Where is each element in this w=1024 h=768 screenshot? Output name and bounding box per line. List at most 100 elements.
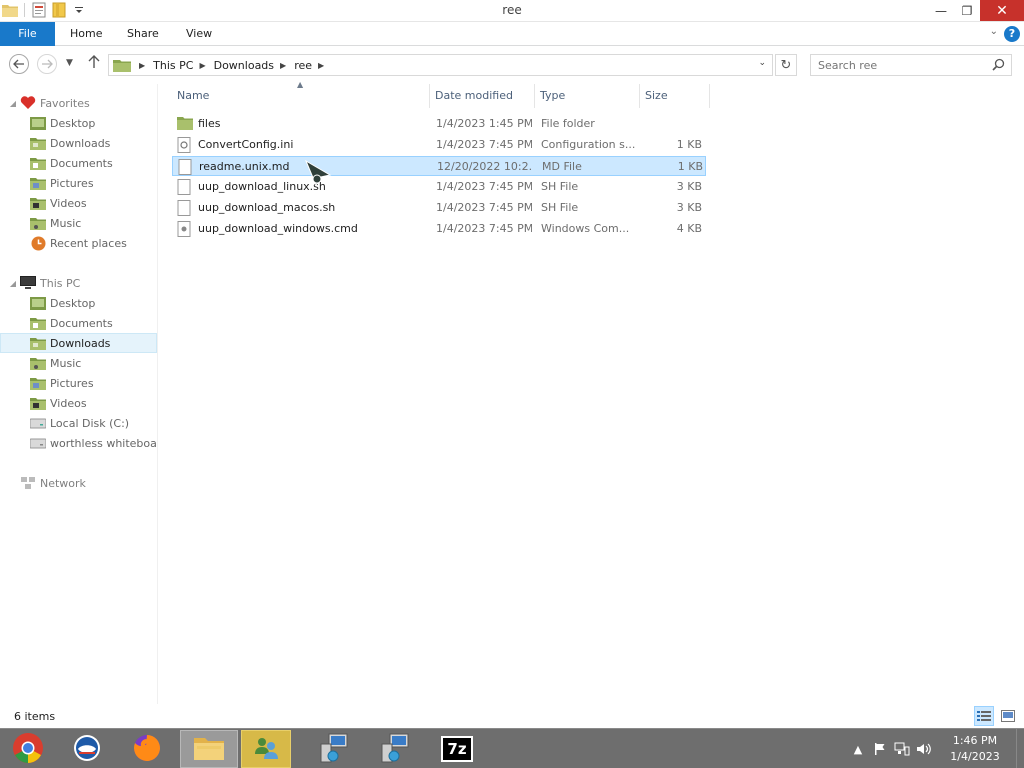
breadcrumb-ree[interactable]: ree bbox=[294, 59, 312, 72]
column-header-type[interactable]: Type bbox=[535, 84, 640, 108]
desktop-icon bbox=[30, 296, 46, 310]
file-row[interactable]: readme.unix.md 12/20/2022 10:2... MD Fil… bbox=[172, 156, 706, 176]
address-bar[interactable]: ▶ This PC ▶ Downloads ▶ ree ▶ ⌄ bbox=[108, 54, 773, 76]
file-row[interactable]: files 1/4/2023 1:45 PM File folder bbox=[172, 114, 706, 134]
nav-pc-videos[interactable]: Videos bbox=[0, 393, 157, 413]
nav-fav-documents[interactable]: Documents bbox=[0, 153, 157, 173]
nav-fav-desktop[interactable]: Desktop bbox=[0, 113, 157, 133]
nav-pc-pictures[interactable]: Pictures bbox=[0, 373, 157, 393]
nav-pc-music[interactable]: Music bbox=[0, 353, 157, 373]
pictures-folder-icon bbox=[30, 176, 46, 190]
collapse-icon[interactable]: ◢ bbox=[8, 279, 18, 288]
tab-share[interactable]: Share bbox=[127, 22, 159, 46]
file-row[interactable]: uup_download_linux.sh 1/4/2023 7:45 PM S… bbox=[172, 177, 706, 197]
tab-file[interactable]: File bbox=[0, 22, 55, 46]
file-type: SH File bbox=[541, 180, 579, 193]
nav-pc-documents[interactable]: Documents bbox=[0, 313, 157, 333]
clock[interactable]: 1:46 PM 1/4/2023 bbox=[934, 733, 1016, 765]
nav-pc-local-disk[interactable]: Local Disk (C:) bbox=[0, 413, 157, 433]
collapse-icon[interactable]: ◢ bbox=[8, 99, 18, 108]
chevron-right-icon[interactable]: ▶ bbox=[139, 61, 145, 70]
nav-pc-downloads[interactable]: Downloads bbox=[0, 333, 157, 353]
nav-pc-desktop[interactable]: Desktop bbox=[0, 293, 157, 313]
file-type: Configuration s... bbox=[541, 138, 635, 151]
file-icon bbox=[177, 200, 193, 216]
nav-fav-downloads[interactable]: Downloads bbox=[0, 133, 157, 153]
clock-time: 1:46 PM bbox=[952, 734, 998, 747]
taskbar-firefox[interactable] bbox=[118, 730, 176, 768]
restore-button[interactable]: ❐ bbox=[954, 0, 980, 21]
breadcrumb-this-pc[interactable]: This PC bbox=[153, 59, 193, 72]
cmd-file-icon bbox=[177, 221, 193, 237]
file-size: 1 KB bbox=[676, 138, 702, 151]
taskbar-remote-connection-2[interactable] bbox=[366, 730, 424, 768]
tab-home[interactable]: Home bbox=[70, 22, 102, 46]
breadcrumb-downloads[interactable]: Downloads bbox=[214, 59, 274, 72]
taskbar-chrome[interactable] bbox=[0, 730, 56, 768]
file-date: 1/4/2023 7:45 PM bbox=[436, 180, 532, 193]
nav-this-pc[interactable]: ◢ This PC bbox=[0, 273, 157, 293]
nav-network[interactable]: Network bbox=[0, 473, 157, 493]
chevron-right-icon[interactable]: ▶ bbox=[199, 61, 205, 70]
up-button[interactable] bbox=[88, 55, 100, 73]
nav-favorites[interactable]: ◢ Favorites bbox=[0, 93, 157, 113]
file-row[interactable]: uup_download_windows.cmd 1/4/2023 7:45 P… bbox=[172, 219, 706, 239]
show-desktop-button[interactable] bbox=[1016, 729, 1024, 768]
user-accounts-icon bbox=[252, 734, 280, 765]
file-icon bbox=[177, 179, 193, 195]
music-folder-icon bbox=[30, 216, 46, 230]
network-computer-icon bbox=[378, 732, 412, 767]
nav-fav-recent-places[interactable]: Recent places bbox=[0, 233, 157, 253]
back-button[interactable] bbox=[9, 54, 29, 74]
taskbar-outlook[interactable] bbox=[58, 730, 116, 768]
tab-view[interactable]: View bbox=[186, 22, 212, 46]
taskbar-user-accounts[interactable] bbox=[241, 730, 291, 768]
nav-pc-network-drive[interactable]: worthless whiteboa bbox=[0, 433, 157, 453]
nav-fav-music[interactable]: Music bbox=[0, 213, 157, 233]
chrome-icon bbox=[12, 732, 44, 767]
taskbar-remote-connection-1[interactable] bbox=[305, 730, 363, 768]
taskbar-file-explorer[interactable] bbox=[180, 730, 238, 768]
chevron-down-icon[interactable]: ⌄ bbox=[990, 26, 998, 37]
documents-folder-icon bbox=[30, 316, 46, 330]
title-bar: ree — ❐ ✕ bbox=[0, 0, 1024, 22]
refresh-button[interactable]: ↻ bbox=[775, 54, 797, 76]
nav-fav-videos[interactable]: Videos bbox=[0, 193, 157, 213]
file-row[interactable]: ConvertConfig.ini 1/4/2023 7:45 PM Confi… bbox=[172, 135, 706, 155]
help-icon[interactable]: ? bbox=[1004, 26, 1020, 42]
flag-icon[interactable] bbox=[870, 739, 890, 759]
file-date: 1/4/2023 1:45 PM bbox=[436, 117, 532, 130]
drive-icon bbox=[30, 416, 46, 430]
search-input[interactable] bbox=[818, 58, 988, 72]
chevron-right-icon[interactable]: ▶ bbox=[280, 61, 286, 70]
file-type: Windows Com... bbox=[541, 222, 630, 235]
volume-icon[interactable] bbox=[914, 739, 934, 759]
window-controls: — ❐ ✕ bbox=[928, 0, 1024, 21]
minimize-button[interactable]: — bbox=[928, 0, 954, 21]
clock-date: 1/4/2023 bbox=[950, 750, 1000, 763]
column-header-name[interactable]: Name bbox=[172, 84, 430, 108]
network-status-icon[interactable] bbox=[892, 739, 912, 759]
column-header-size[interactable]: Size bbox=[640, 84, 710, 108]
taskbar-7zip[interactable]: 7z bbox=[428, 730, 486, 768]
forward-button[interactable] bbox=[37, 54, 57, 74]
details-view-icon[interactable] bbox=[974, 706, 994, 726]
column-header-date[interactable]: Date modified bbox=[430, 84, 535, 108]
chevron-down-icon[interactable]: ⌄ bbox=[758, 58, 766, 68]
file-explorer-icon bbox=[193, 735, 225, 764]
search-icon[interactable] bbox=[992, 58, 1005, 74]
recent-locations-button[interactable]: ▼ bbox=[66, 58, 73, 68]
chevron-right-icon[interactable]: ▶ bbox=[318, 61, 324, 70]
videos-folder-icon bbox=[30, 196, 46, 210]
nav-fav-pictures[interactable]: Pictures bbox=[0, 173, 157, 193]
close-button[interactable]: ✕ bbox=[980, 0, 1024, 21]
file-size: 1 KB bbox=[677, 160, 703, 173]
downloads-folder-icon bbox=[30, 336, 46, 350]
file-size bbox=[642, 114, 702, 134]
chevron-up-icon[interactable]: ▲ bbox=[848, 739, 868, 759]
network-icon bbox=[20, 476, 36, 490]
search-box[interactable] bbox=[810, 54, 1012, 76]
item-count: 6 items bbox=[14, 710, 56, 723]
file-row[interactable]: uup_download_macos.sh 1/4/2023 7:45 PM S… bbox=[172, 198, 706, 218]
large-icons-view-icon[interactable] bbox=[998, 706, 1018, 726]
